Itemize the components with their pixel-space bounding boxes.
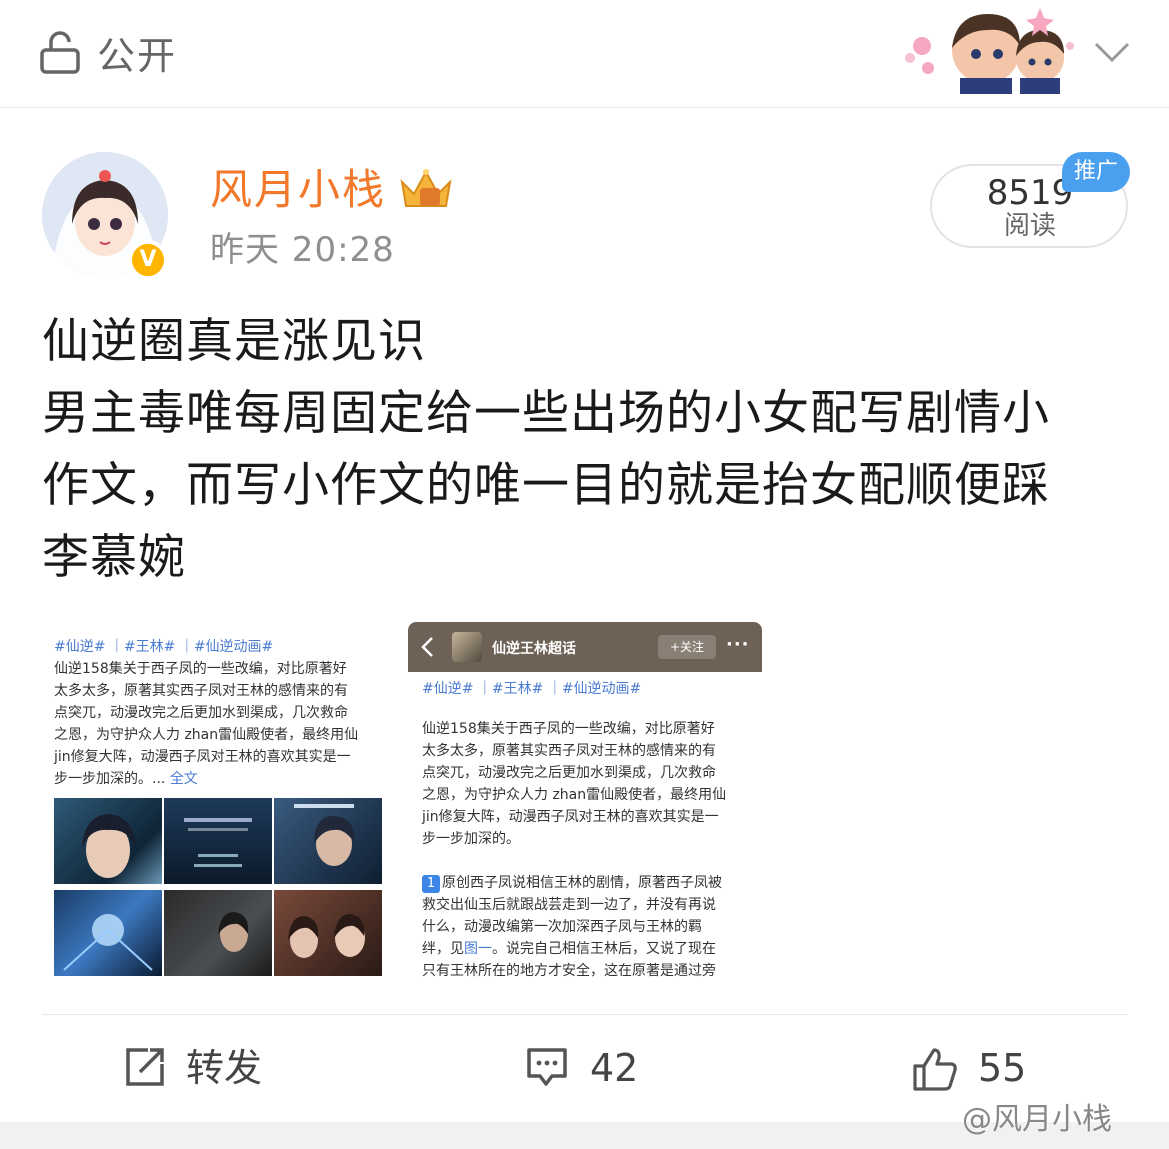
supertopic-title: 仙逆王林超话 [492,641,576,657]
image2-body-2: 1 原创西子凤说相信王林的剧情，原著西子凤被 救交出仙玉后就跟战芸走到一边了，并没… [422,872,754,982]
image1-line: 太多太多，原著其实西子凤对王林的感情来的有 [54,683,348,699]
image2-line: 1 原创西子凤说相信王林的剧情，原著西子凤被 [422,872,754,894]
image2-line: 绊，见图一。说完自己相信王林后，又说了现在 [422,941,716,957]
chevron-down-icon[interactable] [1094,38,1130,66]
image1-line: jin修复大阵，动漫西子凤对王林的喜欢其实是一 [54,749,351,765]
username[interactable]: 风月小栈 [210,162,386,218]
like-button[interactable]: 55 [912,1040,1042,1096]
supertopic-header: 仙逆王林超话 +关注 ··· [408,622,762,672]
full-text-link: 全文 [169,771,198,787]
image1-line: 仙逆158集关于西子凤的一些改编，对比原著好 [54,661,347,677]
image2-line: 仙逆158集关于西子凤的一些改编，对比原著好 [422,721,715,737]
back-arrow-icon [421,637,433,657]
supertopic-avatar [452,632,482,662]
image2-line: 只有王林所在的地方才安全，这在原著是通过旁 [422,963,716,979]
number-one-icon: 1 [422,875,440,893]
comment-count: 42 [590,1046,639,1090]
repost-icon [126,1048,164,1086]
image2-line: 什么，动漫改编第一次加深西子凤与王林的羁 [422,919,702,935]
thumbnail [274,798,382,884]
image2-line: 太多太多，原著其实西子凤对王林的感情来的有 [422,743,716,759]
promote-badge[interactable]: 推广 [1062,152,1130,192]
thumbnail [54,890,162,976]
thumbnail [164,798,272,884]
post-image-1[interactable]: #仙逆# ｜#王林# ｜#仙逆动画# 仙逆158集关于西子凤的一些改编，对比原著… [42,620,392,990]
decoration-sticker-icon [905,8,1074,94]
comment-button[interactable]: 42 [526,1040,656,1096]
image1-line: 点突兀，动漫改完之后更加水到渠成，几次救命 [54,705,348,721]
comment-icon [527,1048,567,1086]
thumbnail [274,890,382,976]
lock-icon[interactable] [40,30,80,74]
image2-line: 点突兀，动漫改完之后更加水到渠成，几次救命 [422,765,716,781]
follow-button: +关注 [658,635,716,659]
image2-tags: #仙逆# ｜#王林# ｜#仙逆动画# [422,681,642,697]
image2-line: 救交出仙玉后就跟战芸走到一边了，并没有再说 [422,897,716,913]
crown-icon [400,169,452,207]
image2-line: jin修复大阵，动漫西子凤对王林的喜欢其实是一 [422,809,719,825]
post-text: 仙逆圈真是涨见识 男主毒唯每周固定给一些出场的小女配写剧情小 作文，而写小作文的… [42,306,1122,594]
read-label: 阅读 [1003,211,1056,241]
top-bar: 公开 [0,0,1169,108]
thumbnail [54,798,162,884]
image1-tags: #仙逆# ｜#王林# ｜#仙逆动画# [54,639,274,655]
visibility-label[interactable]: 公开 [97,30,177,82]
image1-line: 之恩，为守护众人力 zhan雷仙殿使者，最终用仙 [54,727,359,743]
image2-line: 之恩，为守护众人力 zhan雷仙殿使者，最终用仙 [422,787,727,803]
like-count: 55 [978,1046,1027,1090]
image2-line: 步一步加深的。 [422,831,520,847]
verified-badge: V [128,240,168,280]
post-time: 昨天 20:28 [210,230,395,270]
watermark: @风月小栈 [962,1102,1112,1137]
post-text-line: 李慕婉 [42,530,186,585]
thumbnail-grid [54,798,384,978]
more-icon: ··· [726,634,750,655]
like-icon [913,1048,957,1091]
image1-body: 仙逆158集关于西子凤的一些改编，对比原著好 太多太多，原著其实西子凤对王林的感… [54,658,384,790]
post-image-2[interactable]: 仙逆王林超话 +关注 ··· #仙逆# ｜#王林# ｜#仙逆动画# 仙逆158集… [408,622,762,982]
image2-body: 仙逆158集关于西子凤的一些改编，对比原著好 太多太多，原著其实西子凤对王林的感… [422,718,754,850]
image1-line: 步一步加深的。... 全文 [54,771,198,787]
thumbnail [164,890,272,976]
post-text-line: 男主毒唯每周固定给一些出场的小女配写剧情小 [42,386,1050,441]
repost-label: 转发 [186,1046,263,1090]
divider [42,1014,1128,1015]
post-text-line: 作文，而写小作文的唯一目的就是抬女配顺便踩 [42,458,1050,513]
post-text-line: 仙逆圈真是涨见识 [42,314,426,369]
repost-button[interactable]: 转发 [124,1040,284,1096]
